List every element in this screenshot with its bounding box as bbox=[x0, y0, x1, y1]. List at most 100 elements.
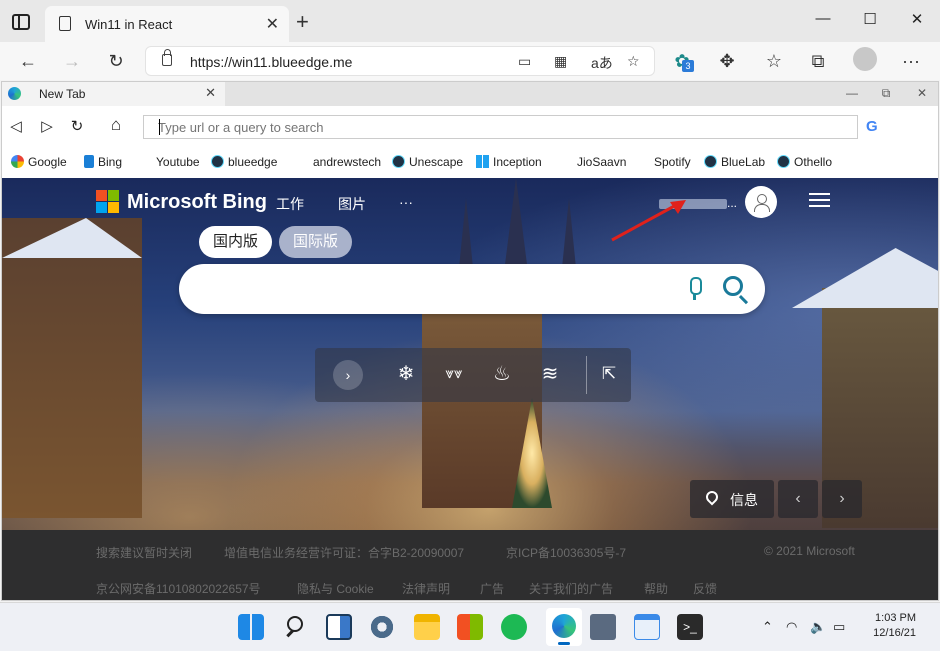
settings-gear-icon[interactable] bbox=[369, 614, 395, 640]
app-available-icon[interactable]: ▭ bbox=[518, 53, 531, 70]
bookmark-othello[interactable]: Othello bbox=[777, 155, 832, 169]
annotation-arrow-icon bbox=[611, 200, 686, 242]
maximize-icon[interactable]: ⧉ bbox=[876, 86, 896, 101]
footer-about-ads[interactable]: 关于我们的广告 bbox=[529, 580, 613, 597]
minimize-icon[interactable]: — bbox=[842, 86, 862, 100]
bookmark-label: Spotify bbox=[654, 155, 691, 169]
info-button[interactable]: 信息 bbox=[690, 480, 774, 518]
add-favorite-icon[interactable]: ☆ bbox=[627, 53, 640, 70]
bookmark-blueedge[interactable]: blueedge bbox=[211, 155, 277, 169]
inner-tab-new[interactable]: New Tab ✕ bbox=[2, 82, 225, 106]
collections-icon[interactable]: ⧉ bbox=[806, 50, 830, 72]
back-icon[interactable]: ◁ bbox=[6, 117, 26, 135]
clock[interactable]: 1:03 PM 12/16/21 bbox=[868, 611, 916, 641]
notepad-icon[interactable] bbox=[634, 614, 660, 640]
bookmark-andrewstech[interactable]: andrewstech bbox=[313, 155, 381, 169]
wifi-icon[interactable]: ◠ bbox=[786, 619, 797, 635]
new-tab-button[interactable]: + bbox=[296, 11, 309, 33]
chevron-right-icon[interactable]: › bbox=[333, 360, 363, 390]
footer-icp[interactable]: 京ICP备10036305号-7 bbox=[506, 544, 626, 561]
icicles-icon[interactable]: ⩔⩔ bbox=[441, 362, 467, 386]
image-toolbar: › ❄ ⩔⩔ ♨ ≋ ⇱ bbox=[315, 348, 631, 402]
background-house bbox=[2, 218, 142, 518]
bookmark-bing[interactable]: Bing bbox=[84, 155, 122, 169]
next-image-button[interactable]: › bbox=[822, 480, 862, 518]
footer-ads[interactable]: 广告 bbox=[480, 580, 504, 597]
forward-icon[interactable]: → bbox=[60, 50, 84, 72]
volume-icon[interactable]: 🔈 bbox=[810, 619, 826, 635]
chevron-up-icon[interactable]: ⌃ bbox=[762, 619, 773, 635]
bookmark-spotify[interactable]: Spotify bbox=[654, 155, 691, 169]
close-window-icon[interactable]: ✕ bbox=[912, 86, 932, 100]
settings-more-icon[interactable]: ··· bbox=[899, 50, 923, 72]
snow-drift-icon[interactable]: ≋ bbox=[537, 362, 563, 386]
tab-actions-icon[interactable] bbox=[12, 14, 30, 30]
spotify-icon[interactable] bbox=[501, 614, 527, 640]
footer-public-security[interactable]: 京公网安备11010802022657号 bbox=[96, 580, 261, 597]
home-icon[interactable]: ⌂ bbox=[106, 115, 126, 135]
outer-tab-win11[interactable]: Win11 in React ✕ bbox=[45, 6, 289, 42]
fire-icon[interactable]: ♨ bbox=[489, 362, 515, 386]
lock-icon[interactable] bbox=[162, 49, 172, 66]
footer-suggestions-off[interactable]: 搜索建议暂时关闭 bbox=[96, 544, 192, 561]
profile-avatar[interactable] bbox=[853, 47, 877, 71]
bing-search-box[interactable] bbox=[179, 264, 765, 314]
maximize-icon[interactable]: ☐ bbox=[855, 10, 885, 28]
bookmark-label: Youtube bbox=[156, 155, 200, 169]
task-view-icon[interactable] bbox=[326, 614, 352, 640]
user-avatar-icon[interactable] bbox=[745, 186, 777, 218]
edge-icon bbox=[552, 614, 576, 638]
edge-taskbar-active[interactable] bbox=[546, 608, 582, 646]
close-tab-icon[interactable]: ✕ bbox=[205, 85, 216, 101]
outer-address-bar[interactable]: https://win11.blueedge.me ▭ ▦ aあ ☆ bbox=[145, 46, 655, 76]
url-input[interactable] bbox=[144, 116, 857, 138]
bookmark-youtube[interactable]: Youtube bbox=[156, 155, 200, 169]
extensions-puzzle-icon[interactable]: ✥ bbox=[715, 50, 739, 72]
close-window-icon[interactable]: ✕ bbox=[902, 10, 932, 28]
snowflake-icon[interactable]: ❄ bbox=[393, 362, 419, 386]
qr-code-icon[interactable]: ▦ bbox=[554, 53, 567, 70]
bookmark-unescape[interactable]: Unescape bbox=[392, 155, 463, 169]
footer-legal[interactable]: 法律声明 bbox=[402, 580, 450, 597]
footer-help[interactable]: 帮助 bbox=[644, 580, 668, 597]
calculator-icon[interactable] bbox=[590, 614, 616, 640]
footer-license[interactable]: 增值电信业务经营许可证：合字B2-20090007 bbox=[224, 544, 464, 561]
bookmark-inception[interactable]: Inception bbox=[476, 155, 542, 169]
clock-date: 12/16/21 bbox=[873, 627, 916, 639]
refresh-icon[interactable]: ↻ bbox=[67, 117, 87, 135]
start-windows-icon[interactable] bbox=[238, 614, 264, 640]
bookmark-google[interactable]: Google bbox=[11, 155, 67, 169]
google-icon[interactable]: G bbox=[866, 118, 878, 135]
inner-address-bar[interactable] bbox=[143, 115, 858, 139]
store-icon[interactable] bbox=[457, 614, 483, 640]
read-aloud-icon[interactable]: aあ bbox=[591, 53, 613, 73]
text-caret bbox=[159, 119, 160, 135]
region-domestic-button[interactable]: 国内版 bbox=[199, 226, 273, 258]
footer-feedback[interactable]: 反馈 bbox=[693, 580, 717, 597]
minimize-icon[interactable]: — bbox=[808, 10, 838, 27]
terminal-icon[interactable]: >_ bbox=[677, 614, 703, 640]
hamburger-menu-icon[interactable] bbox=[809, 192, 830, 208]
nav-images[interactable]: 图片 bbox=[338, 194, 366, 214]
nav-more[interactable]: ··· bbox=[399, 194, 413, 210]
location-pin-icon bbox=[703, 488, 721, 506]
previous-image-button[interactable]: ‹ bbox=[778, 480, 818, 518]
search-icon[interactable] bbox=[283, 614, 309, 640]
microphone-icon[interactable] bbox=[688, 277, 702, 301]
bookmark-jiosaavn[interactable]: JioSaavn bbox=[577, 155, 626, 169]
search-icon[interactable] bbox=[723, 276, 743, 296]
nav-work[interactable]: 工作 bbox=[276, 194, 304, 214]
file-explorer-icon[interactable] bbox=[414, 614, 440, 640]
forward-icon[interactable]: ▷ bbox=[37, 117, 57, 135]
back-icon[interactable]: ← bbox=[16, 50, 40, 72]
close-tab-icon[interactable]: ✕ bbox=[266, 14, 279, 34]
logo-square bbox=[96, 190, 107, 201]
footer-privacy-cookie[interactable]: 隐私与 Cookie bbox=[297, 580, 374, 597]
refresh-icon[interactable]: ↻ bbox=[104, 50, 128, 72]
bookmark-bluelab[interactable]: BlueLab bbox=[704, 155, 765, 169]
edge-icon bbox=[8, 87, 21, 100]
region-international-button[interactable]: 国际版 bbox=[279, 226, 353, 258]
favorites-icon[interactable]: ☆ bbox=[762, 50, 786, 72]
battery-icon[interactable]: ▭ bbox=[833, 619, 845, 635]
share-icon[interactable]: ⇱ bbox=[596, 362, 622, 386]
